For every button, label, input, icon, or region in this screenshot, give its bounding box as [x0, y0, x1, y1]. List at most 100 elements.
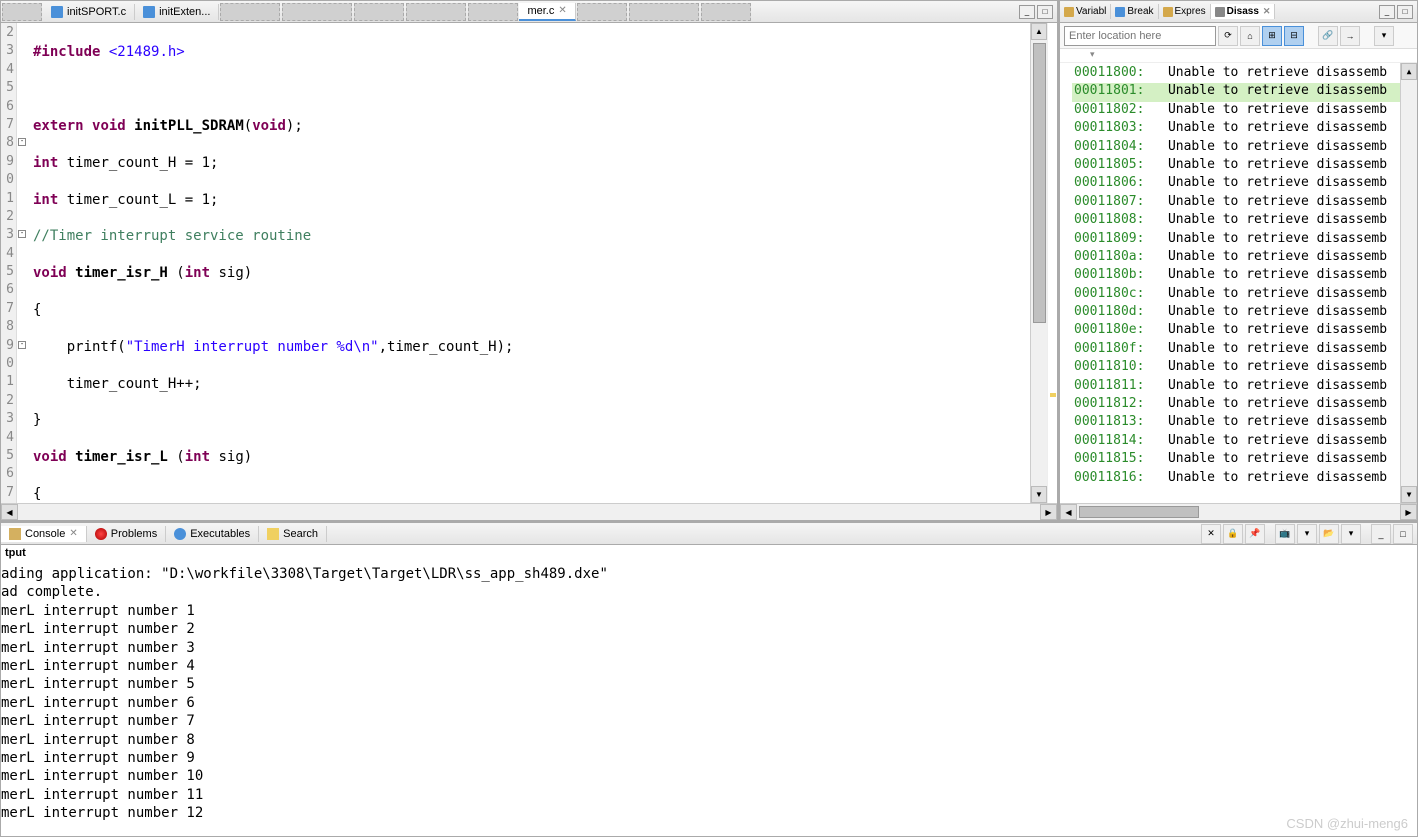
fold-marker[interactable]: -	[18, 230, 26, 238]
scroll-right-icon[interactable]: ▶	[1040, 504, 1057, 520]
tab-expressions[interactable]: Expres	[1159, 4, 1211, 19]
disasm-row[interactable]: 00011812: Unable to retrieve disassemb	[1072, 396, 1400, 414]
location-input[interactable]	[1064, 26, 1216, 46]
console-output[interactable]: ading application: "D:\workfile\3308\Tar…	[1, 563, 1417, 836]
tab-search[interactable]: Search	[259, 526, 327, 542]
obscured-tab[interactable]	[577, 3, 627, 21]
code-area[interactable]: #include <21489.h> extern void initPLL_S…	[29, 23, 1030, 503]
scroll-left-icon[interactable]: ◀	[1060, 504, 1077, 520]
dropdown-button[interactable]: ▾	[1341, 524, 1361, 544]
editor-panel: initSPORT.c initExten... mer.c✕ _ □ 2345…	[0, 0, 1058, 521]
disasm-row[interactable]: 00011803: Unable to retrieve disassemb	[1072, 120, 1400, 138]
disasm-row[interactable]: 0001180e: Unable to retrieve disassemb	[1072, 322, 1400, 340]
tab-console[interactable]: Console✕	[1, 526, 87, 542]
fold-marker[interactable]: -	[18, 138, 26, 146]
close-icon[interactable]: ✕	[558, 5, 566, 16]
obscured-tab[interactable]	[701, 3, 751, 21]
window-controls: _ □	[1019, 5, 1057, 19]
maximize-button[interactable]: □	[1397, 5, 1413, 19]
disasm-row[interactable]: 00011802: Unable to retrieve disassemb	[1072, 102, 1400, 120]
scroll-left-icon[interactable]: ◀	[1, 504, 18, 520]
variables-icon	[1064, 7, 1074, 17]
tab-initsport[interactable]: initSPORT.c	[43, 4, 135, 20]
right-tabs: Variabl Break Expres Disass✕ _ □	[1060, 1, 1417, 23]
link-button[interactable]: 🔗	[1318, 26, 1338, 46]
tab-initexten[interactable]: initExten...	[135, 4, 219, 20]
open-button[interactable]: 📂	[1319, 524, 1339, 544]
maximize-button[interactable]: □	[1037, 5, 1053, 19]
disasm-scrollbar-v[interactable]: ▲ ▼	[1400, 63, 1417, 503]
disasm-row[interactable]: 00011804: Unable to retrieve disassemb	[1072, 139, 1400, 157]
obscured-tab[interactable]	[354, 3, 404, 21]
disasm-row[interactable]: 00011801: Unable to retrieve disassemb	[1072, 83, 1400, 101]
fold-marker[interactable]: -	[18, 341, 26, 349]
tab-breakpoints[interactable]: Break	[1111, 4, 1158, 19]
disasm-row[interactable]: 00011811: Unable to retrieve disassemb	[1072, 378, 1400, 396]
goto-button[interactable]: →	[1340, 26, 1360, 46]
obscured-tab[interactable]	[406, 3, 466, 21]
disasm-row[interactable]: 0001180a: Unable to retrieve disassemb	[1072, 249, 1400, 267]
scroll-up-icon[interactable]: ▲	[1031, 23, 1047, 40]
disasm-row[interactable]: 00011809: Unable to retrieve disassemb	[1072, 231, 1400, 249]
line-number-gutter: 23456789012345678901234567	[1, 23, 17, 503]
home-button[interactable]: ⌂	[1240, 26, 1260, 46]
watermark: CSDN @zhui-meng6	[1286, 816, 1408, 831]
tab-mer-c[interactable]: mer.c✕	[519, 3, 575, 21]
scroll-lock-button[interactable]: 🔒	[1223, 524, 1243, 544]
obscured-tab[interactable]	[468, 3, 518, 21]
disasm-row[interactable]: 00011805: Unable to retrieve disassemb	[1072, 157, 1400, 175]
disasm-row[interactable]: 00011815: Unable to retrieve disassemb	[1072, 451, 1400, 469]
editor-scrollbar-v[interactable]: ▲ ▼	[1030, 23, 1047, 503]
disasm-row[interactable]: 0001180c: Unable to retrieve disassemb	[1072, 286, 1400, 304]
editor-tabs: initSPORT.c initExten... mer.c✕ _ □	[1, 1, 1057, 23]
break-icon	[1115, 7, 1125, 17]
scroll-up-icon[interactable]: ▲	[1401, 63, 1417, 80]
disasm-row[interactable]: 00011806: Unable to retrieve disassemb	[1072, 175, 1400, 193]
toggle-button[interactable]: ⊞	[1262, 26, 1282, 46]
overview-ruler	[1047, 23, 1057, 503]
tab-problems[interactable]: Problems	[87, 526, 166, 542]
display-button[interactable]: 📺	[1275, 524, 1295, 544]
disasm-row[interactable]: 0001180d: Unable to retrieve disassemb	[1072, 304, 1400, 322]
scroll-thumb[interactable]	[1079, 506, 1199, 518]
disasm-row[interactable]: 0001180f: Unable to retrieve disassemb	[1072, 341, 1400, 359]
clear-button[interactable]: ✕	[1201, 524, 1221, 544]
disasm-header: ▾	[1060, 49, 1417, 63]
dropdown-button[interactable]: ▾	[1297, 524, 1317, 544]
disasm-row[interactable]: 00011810: Unable to retrieve disassemb	[1072, 359, 1400, 377]
disasm-row[interactable]: 00011800: Unable to retrieve disassemb	[1072, 65, 1400, 83]
disasm-toolbar: ⟳ ⌂ ⊞ ⊟ 🔗 → ▾	[1060, 23, 1417, 49]
tab-disassembly[interactable]: Disass✕	[1211, 4, 1276, 19]
minimize-button[interactable]: _	[1019, 5, 1035, 19]
disasm-row[interactable]: 00011814: Unable to retrieve disassemb	[1072, 433, 1400, 451]
scroll-right-icon[interactable]: ▶	[1400, 504, 1417, 520]
obscured-tab[interactable]	[2, 3, 42, 21]
disasm-row[interactable]: 00011813: Unable to retrieve disassemb	[1072, 414, 1400, 432]
close-icon[interactable]: ✕	[69, 528, 77, 539]
obscured-tab[interactable]	[282, 3, 352, 21]
minimize-button[interactable]: _	[1379, 5, 1395, 19]
tab-executables[interactable]: Executables	[166, 526, 259, 542]
scroll-down-icon[interactable]: ▼	[1401, 486, 1417, 503]
window-controls: _ □	[1379, 5, 1417, 19]
disasm-row[interactable]: 0001180b: Unable to retrieve disassemb	[1072, 267, 1400, 285]
obscured-tab[interactable]	[220, 3, 280, 21]
close-icon[interactable]: ✕	[1263, 6, 1271, 17]
pin-button[interactable]: 📌	[1245, 524, 1265, 544]
minimize-button[interactable]: _	[1371, 524, 1391, 544]
scroll-down-icon[interactable]: ▼	[1031, 486, 1047, 503]
obscured-tab[interactable]	[629, 3, 699, 21]
disasm-row[interactable]: 00011816: Unable to retrieve disassemb	[1072, 470, 1400, 488]
refresh-button[interactable]: ⟳	[1218, 26, 1238, 46]
disasm-row[interactable]: 00011808: Unable to retrieve disassemb	[1072, 212, 1400, 230]
scroll-thumb[interactable]	[1033, 43, 1046, 323]
search-icon	[267, 528, 279, 540]
disasm-row[interactable]: 00011807: Unable to retrieve disassemb	[1072, 194, 1400, 212]
editor-scrollbar-h[interactable]: ◀ ▶	[1, 503, 1057, 520]
disasm-scrollbar-h[interactable]: ◀ ▶	[1060, 503, 1417, 520]
toggle-button[interactable]: ⊟	[1284, 26, 1304, 46]
menu-button[interactable]: ▾	[1374, 26, 1394, 46]
maximize-button[interactable]: □	[1393, 524, 1413, 544]
disasm-lines[interactable]: 00011800: Unable to retrieve disassemb00…	[1072, 63, 1400, 503]
tab-variables[interactable]: Variabl	[1060, 4, 1111, 19]
